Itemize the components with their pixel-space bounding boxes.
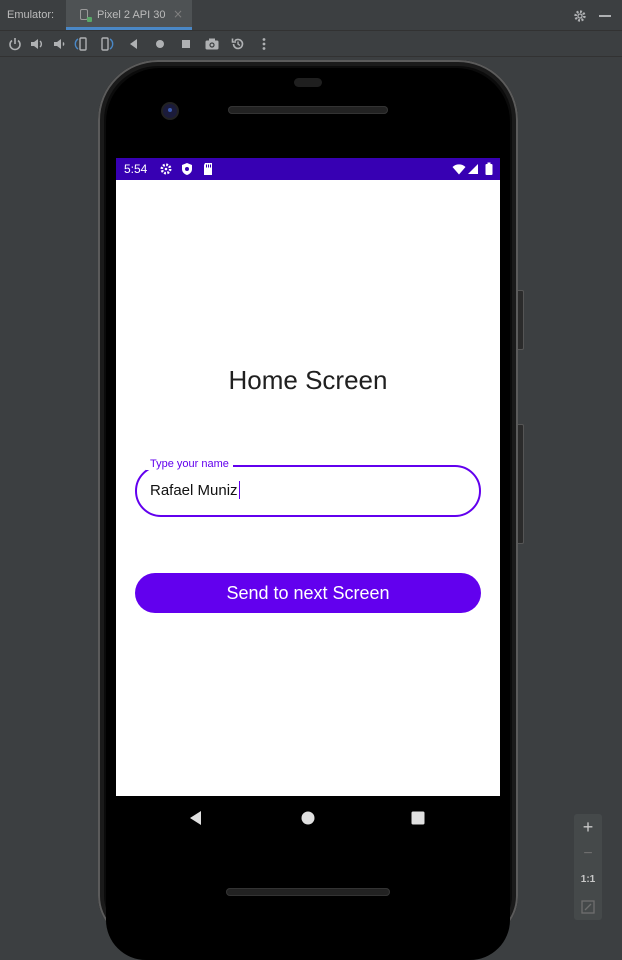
snapshot-icon[interactable] <box>230 36 246 52</box>
nav-overview-icon[interactable] <box>408 808 428 828</box>
device-screen: 5:54 Home Screen Type your name Rafael M… <box>116 158 500 796</box>
page-title: Home Screen <box>228 365 388 395</box>
volume-side-button[interactable] <box>518 424 524 544</box>
front-camera-icon <box>163 104 177 118</box>
volume-down-icon[interactable] <box>51 36 67 52</box>
nav-back-icon[interactable] <box>186 808 206 828</box>
signal-icon <box>466 162 480 176</box>
zoom-controls: + − 1:1 <box>574 814 602 920</box>
power-side-button[interactable] <box>518 290 524 350</box>
wifi-icon <box>452 162 466 176</box>
rotate-right-icon[interactable] <box>98 36 114 52</box>
device-tab[interactable]: Pixel 2 API 30 × <box>66 0 192 30</box>
shield-icon <box>180 162 194 176</box>
emulator-label: Emulator: <box>7 9 55 21</box>
battery-icon <box>482 162 496 176</box>
send-to-next-screen-button[interactable]: Send to next Screen <box>135 573 481 613</box>
device-icon <box>80 9 92 22</box>
more-icon[interactable] <box>256 36 272 52</box>
back-icon[interactable] <box>126 36 142 52</box>
fit-screen-button[interactable] <box>574 894 602 920</box>
overview-icon[interactable] <box>178 36 194 52</box>
fit-screen-icon <box>581 900 595 914</box>
nav-home-icon[interactable] <box>298 808 318 828</box>
home-icon[interactable] <box>152 36 168 52</box>
screenshot-icon[interactable] <box>204 36 220 52</box>
status-bar: 5:54 <box>116 158 500 180</box>
name-input-value: Rafael Muniz <box>150 482 238 499</box>
actual-size-button[interactable]: 1:1 <box>574 867 602 893</box>
text-cursor <box>238 481 241 499</box>
minimize-icon[interactable] <box>599 15 611 17</box>
top-speaker-grille <box>228 106 388 114</box>
power-icon[interactable] <box>7 36 23 52</box>
zoom-out-button[interactable]: − <box>574 841 602 867</box>
bottom-speaker-grille <box>226 888 390 896</box>
zoom-in-button[interactable]: + <box>574 814 602 840</box>
sd-card-icon <box>201 162 215 176</box>
emulator-tab-bar: Emulator: Pixel 2 API 30 × <box>0 0 622 31</box>
volume-up-icon[interactable] <box>29 36 45 52</box>
status-time: 5:54 <box>124 162 148 176</box>
gear-icon[interactable] <box>573 8 587 22</box>
settings-icon <box>159 162 173 176</box>
emulator-toolbar <box>0 31 622 57</box>
rotate-left-icon[interactable] <box>74 36 90 52</box>
close-tab-icon[interactable]: × <box>173 7 183 21</box>
name-input[interactable]: Rafael Muniz <box>150 481 241 499</box>
name-field-label: Type your name <box>146 458 233 470</box>
device-tab-title: Pixel 2 API 30 <box>97 9 166 21</box>
proximity-sensor <box>294 78 322 87</box>
